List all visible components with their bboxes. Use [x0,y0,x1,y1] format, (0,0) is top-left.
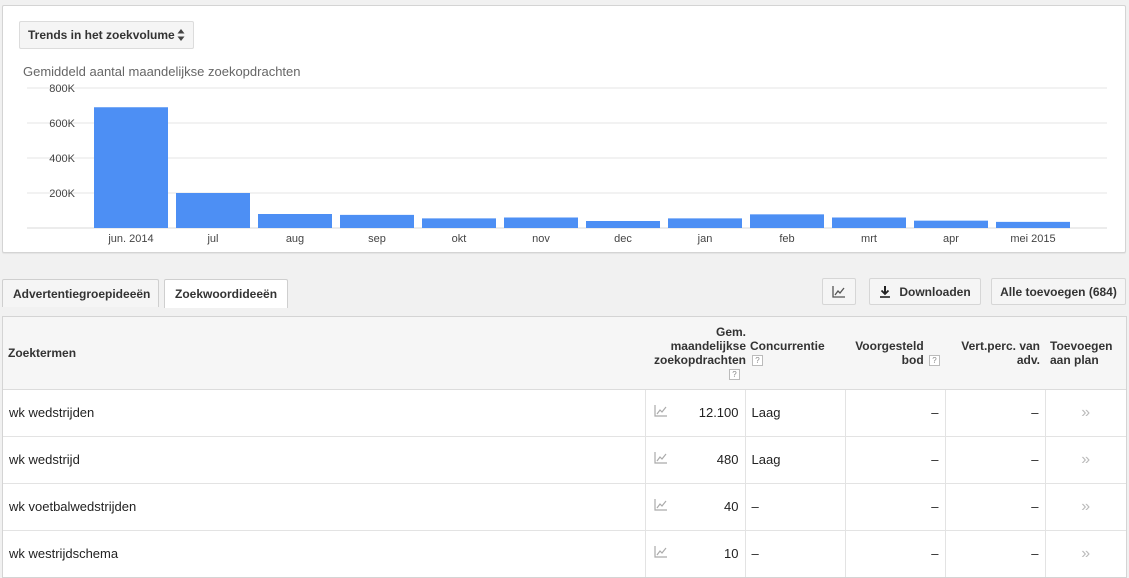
column-header-add-to-plan: Toevoegen aan plan [1045,317,1126,390]
download-button-label: Downloaden [899,284,971,299]
column-header-volume[interactable]: Gem. maandelijkse zoekopdrachten ? [645,317,746,390]
sort-updown-icon [177,29,185,41]
column-header-add-to-plan-label: Toevoegen aan plan [1050,338,1113,367]
ad-impression-share: – [944,389,1045,437]
x-tick-label: feb [779,233,794,245]
add-to-plan-icon[interactable]: » [1044,389,1126,437]
competition: Laag [744,436,845,484]
trend-chart-icon-cell[interactable] [644,389,679,437]
help-icon[interactable]: ? [729,369,740,381]
x-tick-label: dec [614,233,632,245]
x-tick-label: mei 2015 [1010,233,1055,245]
chart-bar [586,221,660,228]
column-header-term[interactable]: Zoektermen [3,317,645,390]
column-header-competition[interactable]: Concurrentie ? [745,317,845,390]
competition: – [744,483,845,531]
ad-impression-share: – [944,530,1045,577]
column-header-competition-label: Concurrentie [750,338,825,353]
chart-bar [914,220,988,228]
chart-toggle-button[interactable] [822,278,856,305]
suggested-bid: – [844,530,945,577]
competition: – [744,530,845,577]
y-tick-label: 200K [49,188,75,200]
table-row: wk wedstrijden 12.100 Laag – – » [3,389,1126,437]
chart-title: Gemiddeld aantal maandelijkse zoekopdrac… [23,64,301,79]
tab-keyword-ideas-label: Zoekwoordideeën [175,287,278,301]
line-chart-icon[interactable] [653,546,668,558]
x-tick-label: sep [368,233,386,245]
trend-chart-icon-cell[interactable] [644,530,679,577]
chart-bar [258,214,332,228]
column-header-bid-label: Voorgesteld bod [855,338,924,367]
download-icon [880,285,891,298]
line-chart-icon[interactable] [653,405,668,417]
x-tick-label: okt [452,233,467,245]
suggested-bid: – [844,483,945,531]
y-tick-label: 800K [49,83,75,95]
chart-bar [750,214,824,228]
keyword-table: Zoektermen Gem. maandelijkse zoekopdrach… [2,316,1127,578]
monthly-searches: 10 [724,546,739,562]
trend-chart-icon-cell[interactable] [644,436,679,484]
keyword-term: wk westrijdschema [9,546,119,562]
ad-impression-share: – [944,483,1045,531]
help-icon[interactable]: ? [929,355,940,367]
tab-ad-group-ideas-label: Advertentiegroepideeën [13,286,151,301]
keyword-term: wk wedstrijden [3,389,645,437]
chart-bar [176,193,250,228]
chart-bar [996,221,1070,228]
line-chart-icon[interactable] [653,499,668,511]
keyword-term: wk wedstrijd [3,436,645,484]
column-header-volume-label: Gem. maandelijkse zoekopdrachten [653,324,746,367]
add-to-plan-icon[interactable]: » [1044,530,1126,577]
column-header-bid[interactable]: Voorgesteld bod ? [845,317,945,390]
column-header-ad-share-label: Vert.perc. van adv. [961,338,1040,367]
x-tick-label: jan [697,233,713,245]
x-tick-label: jun. 2014 [107,233,153,245]
monthly-searches: 12.100 [679,389,745,437]
add-to-plan-icon[interactable]: » [1044,436,1126,484]
chart-bar [832,217,906,228]
trend-type-select-label: Trends in het zoekvolume [28,28,175,42]
chart-bar [668,218,742,228]
help-icon[interactable]: ? [752,355,763,367]
chart-bar [422,218,496,228]
x-tick-label: nov [532,233,550,245]
add-to-plan-icon[interactable]: » [1044,483,1126,531]
suggested-bid: – [844,389,945,437]
x-tick-label: apr [943,233,959,245]
add-all-button[interactable]: Alle toevoegen (684) [991,278,1126,305]
chart-bar [94,107,168,228]
line-chart-icon [832,285,845,298]
tab-keyword-ideas[interactable]: Zoekwoordideeën [164,279,288,308]
y-tick-label: 600K [49,118,75,130]
y-tick-label: 400K [49,153,75,165]
column-header-ad-share[interactable]: Vert.perc. van adv. [945,317,1045,390]
monthly-searches: 40 [679,483,745,531]
add-all-button-label: Alle toevoegen (684) [1000,284,1117,299]
x-tick-label: aug [286,233,304,245]
trend-chart-panel: 800K 600K 400K 200K jun. 2014 jul aug sep okt nov… [2,5,1126,253]
chart-bar [340,214,414,228]
trend-chart-icon-cell[interactable] [644,483,679,531]
table-row: wk voetbalwedstrijden 40 – – – » [3,483,1126,531]
suggested-bid: – [844,436,945,484]
download-button[interactable]: Downloaden [869,278,981,305]
x-tick-label: mrt [861,233,877,245]
table-row: wk wedstrijd 480 Laag – – » [3,436,1126,484]
competition: Laag [744,389,845,437]
chart-bar [504,217,578,228]
table-row: wk westrijdschema 10 – – – » [3,530,1126,577]
trend-type-select[interactable]: Trends in het zoekvolume [19,21,194,49]
monthly-searches: 480 [679,436,745,484]
x-tick-label: jul [206,233,218,245]
ad-impression-share: – [944,436,1045,484]
table-header-row: Zoektermen Gem. maandelijkse zoekopdrach… [3,317,1126,390]
column-header-term-label: Zoektermen [8,345,77,360]
keyword-term: wk voetbalwedstrijden [3,483,645,531]
line-chart-icon[interactable] [653,452,668,464]
tab-ad-group-ideas[interactable]: Advertentiegroepideeën [2,279,159,307]
